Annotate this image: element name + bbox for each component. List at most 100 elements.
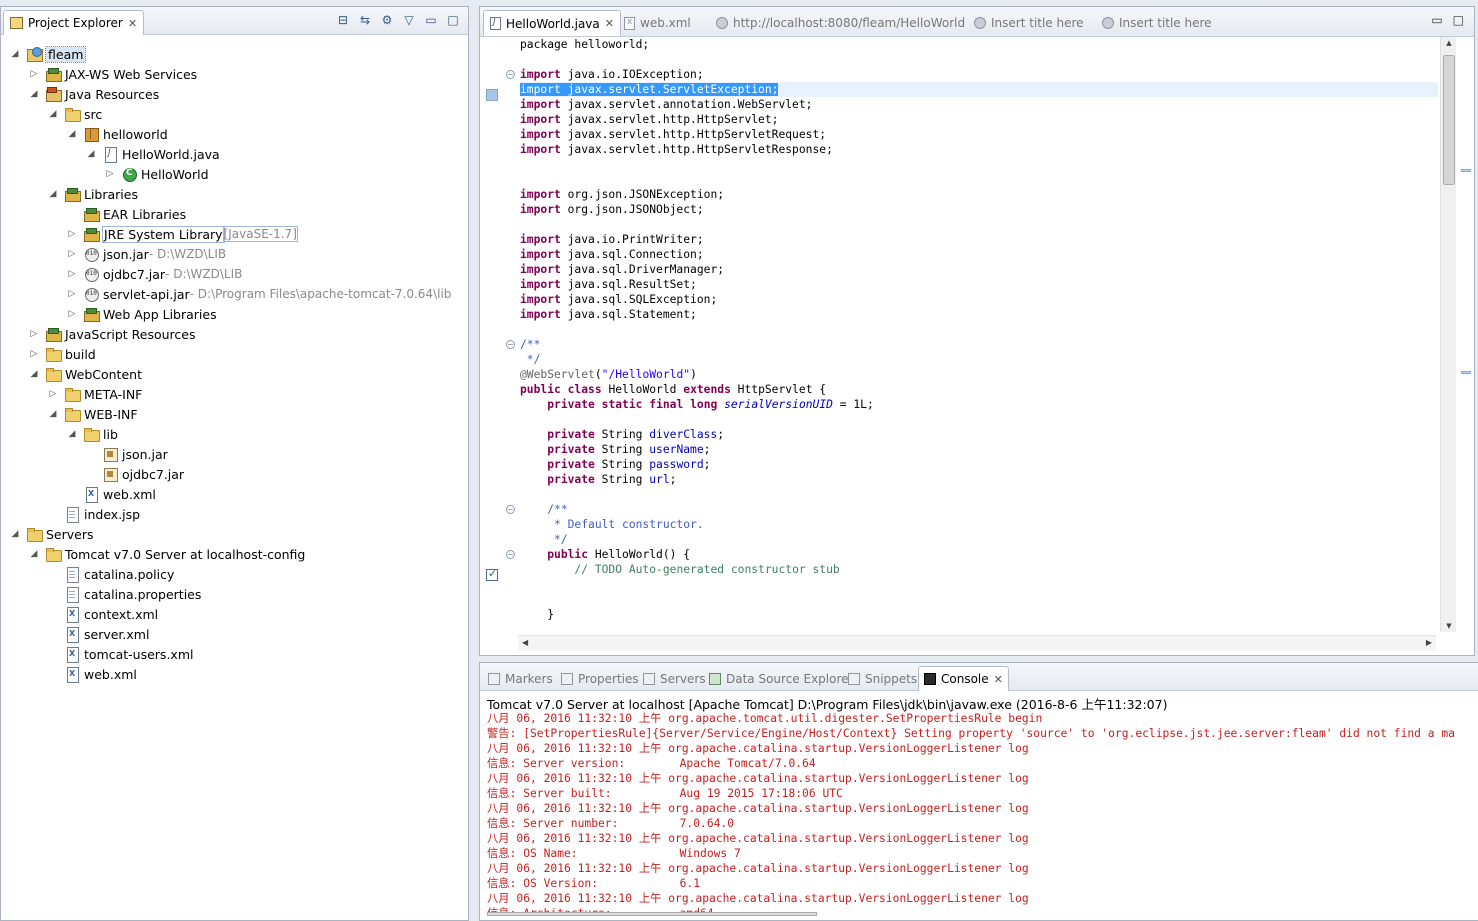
editor-tab[interactable]: Insert title here [1096, 10, 1218, 36]
console-line: 八月 06, 2016 11:32:10 上午 org.apache.catal… [487, 802, 1029, 815]
tree-node[interactable]: ▷ Web App Libraries [69, 304, 217, 324]
filters-icon[interactable]: ⚙ [380, 13, 394, 27]
tree-node[interactable]: server.xml [64, 624, 149, 644]
collapsed-arrow-icon[interactable]: ▷ [105, 164, 115, 184]
collapsed-arrow-icon[interactable]: ▷ [29, 64, 39, 84]
code-token: private [547, 398, 595, 411]
tree-node[interactable]: ▷ ojdbc7.jar - D:\WZD\LIB [69, 264, 242, 284]
collapsed-arrow-icon[interactable]: ▷ [29, 324, 39, 344]
link-with-editor-icon[interactable]: ⇆ [358, 13, 372, 27]
expanded-arrow-icon[interactable]: ◢ [10, 524, 20, 544]
collapsed-arrow-icon[interactable]: ▷ [67, 244, 77, 264]
scroll-thumb[interactable] [1443, 55, 1455, 185]
tree-node[interactable]: ◢ WebContent [31, 364, 142, 384]
tree-node[interactable]: ▷ JRE System Library [JavaSE-1.7] [69, 224, 298, 244]
task-marker-icon[interactable] [486, 567, 498, 581]
tree-node[interactable]: tomcat-users.xml [64, 644, 193, 664]
vertical-scrollbar[interactable]: ▲ ▼ [1440, 37, 1456, 632]
collapse-all-icon[interactable]: ⊟ [336, 13, 350, 27]
tree-node[interactable]: web.xml [83, 484, 156, 504]
minimize-icon[interactable]: ▭ [424, 13, 438, 27]
collapsed-arrow-icon[interactable]: ▷ [48, 384, 58, 404]
tree-node[interactable]: ▷ JavaScript Resources [31, 324, 195, 344]
tree-node[interactable]: json.jar [102, 444, 168, 464]
tree-node[interactable]: catalina.policy [64, 564, 174, 584]
tab-data-source[interactable]: Data Source Explorer [704, 666, 858, 691]
scroll-down-icon[interactable]: ▼ [1441, 622, 1457, 630]
library-icon [83, 226, 100, 242]
tree-node[interactable]: index.jsp [64, 504, 140, 524]
overview-mark[interactable] [1461, 371, 1471, 374]
tree-node[interactable]: ▷ build [31, 344, 96, 364]
collapsed-arrow-icon[interactable]: ▷ [67, 284, 77, 304]
expanded-arrow-icon[interactable]: ◢ [29, 364, 39, 384]
scroll-up-icon[interactable]: ▲ [1441, 39, 1457, 47]
close-icon[interactable]: ✕ [994, 673, 1003, 686]
java-file-icon [102, 146, 118, 163]
tree-node[interactable]: ◢ Tomcat v7.0 Server at localhost-config [31, 544, 305, 564]
expanded-arrow-icon[interactable]: ◢ [10, 44, 20, 64]
expanded-arrow-icon[interactable]: ◢ [48, 104, 58, 124]
tab-servers[interactable]: Servers [638, 666, 711, 691]
scroll-right-icon[interactable]: ▶ [1426, 638, 1432, 647]
close-icon[interactable]: ✕ [605, 17, 614, 30]
tab-snippets[interactable]: Snippets [843, 666, 922, 691]
collapsed-arrow-icon[interactable]: ▷ [67, 264, 77, 284]
fold-toggle-icon[interactable]: − [506, 340, 515, 349]
tree-node[interactable]: ◢ Java Resources [31, 84, 159, 104]
editor-tab[interactable]: web.xml [618, 10, 697, 36]
tree-node[interactable]: ◢ helloworld [69, 124, 168, 144]
collapsed-arrow-icon[interactable]: ▷ [29, 344, 39, 364]
expanded-arrow-icon[interactable]: ◢ [67, 124, 77, 144]
expanded-arrow-icon[interactable]: ◢ [29, 544, 39, 564]
tab-console[interactable]: Console ✕ [918, 666, 1009, 691]
tree-node[interactable]: catalina.properties [64, 584, 201, 604]
tree-node[interactable]: ▷ HelloWorld [107, 164, 209, 184]
tree-node[interactable]: ◢ src [50, 104, 102, 124]
expanded-arrow-icon[interactable]: ◢ [48, 404, 58, 424]
tree-node[interactable]: ◢ lib [69, 424, 118, 444]
maximize-icon[interactable]: □ [446, 13, 460, 27]
globe-icon [716, 17, 728, 29]
collapsed-arrow-icon[interactable]: ▷ [67, 224, 77, 244]
console-output[interactable]: 八月 06, 2016 11:32:10 上午 org.apache.tomca… [487, 711, 1477, 916]
editor-tab[interactable]: Insert title here [968, 10, 1090, 36]
tree-node[interactable]: ojdbc7.jar [102, 464, 184, 484]
tree-node[interactable]: ◢ Servers [12, 524, 94, 544]
tab-properties[interactable]: Properties [556, 666, 644, 691]
tree-node[interactable]: ▷ json.jar - D:\WZD\LIB [69, 244, 226, 264]
fold-toggle-icon[interactable]: − [506, 505, 515, 514]
tree-node[interactable]: ▷ JAX-WS Web Services [31, 64, 197, 84]
close-icon[interactable]: ✕ [128, 17, 137, 30]
code-line: /** [520, 337, 540, 352]
tree-node[interactable]: context.xml [64, 604, 158, 624]
editor-tab[interactable]: HelloWorld.java ✕ [483, 10, 621, 36]
tab-project-explorer[interactable]: Project Explorer ✕ [3, 10, 145, 35]
horizontal-scrollbar[interactable]: ◀ ▶ [518, 635, 1436, 651]
collapsed-arrow-icon[interactable]: ▷ [67, 304, 77, 324]
code-token: javax.servlet.http.HttpServletResponse; [560, 143, 833, 156]
tree-node[interactable]: ▷ META-INF [50, 384, 142, 404]
editor-tab[interactable]: http://localhost:8080/fleam/HelloWorld [710, 10, 971, 36]
expanded-arrow-icon[interactable]: ◢ [29, 84, 39, 104]
overview-mark[interactable] [1461, 169, 1471, 172]
console-horizontal-scrollbar[interactable] [487, 912, 817, 916]
fold-toggle-icon[interactable]: − [506, 70, 515, 79]
fold-toggle-icon[interactable]: − [506, 550, 515, 559]
expanded-arrow-icon[interactable]: ◢ [48, 184, 58, 204]
tree-node[interactable]: web.xml [64, 664, 137, 684]
tree-node[interactable]: ▷ servlet-api.jar - D:\Program Files\apac… [69, 284, 451, 304]
minimize-icon[interactable]: ▭ [1431, 13, 1442, 27]
scroll-left-icon[interactable]: ◀ [522, 638, 528, 647]
tab-markers[interactable]: Markers [483, 666, 558, 691]
tree-node[interactable]: ◢ Libraries [50, 184, 138, 204]
expanded-arrow-icon[interactable]: ◢ [67, 424, 77, 444]
tree-node[interactable]: ◢ WEB-INF [50, 404, 138, 424]
tree-node[interactable]: EAR Libraries [83, 204, 186, 224]
view-menu-icon[interactable]: ▽ [402, 13, 416, 27]
tree-node[interactable]: ◢ HelloWorld.java [88, 144, 220, 164]
expanded-arrow-icon[interactable]: ◢ [86, 144, 96, 164]
tree-node[interactable]: ◢ fleam [12, 44, 87, 64]
code-editor[interactable]: package helloworld; import java.io.IOExce… [520, 37, 1438, 632]
maximize-icon[interactable]: □ [1453, 13, 1464, 27]
